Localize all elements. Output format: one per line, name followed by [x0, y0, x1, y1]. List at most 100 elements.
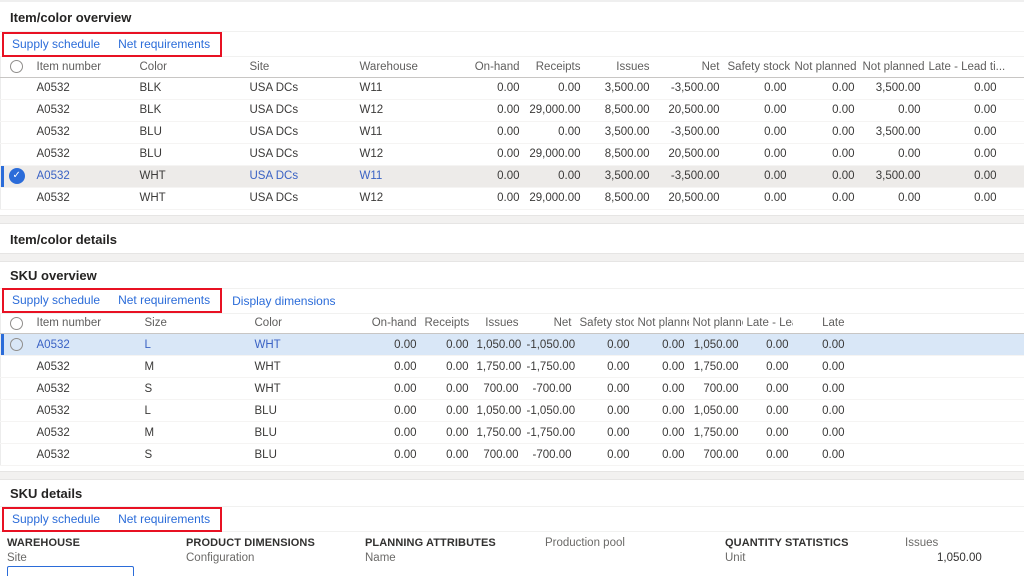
- cell-item-number[interactable]: A0532: [33, 400, 141, 422]
- row-radio-icon[interactable]: [10, 338, 23, 351]
- table-row[interactable]: A0532 BLU USA DCs W12 0.00 29,000.00 8,5…: [1, 143, 1024, 165]
- supply-schedule-link[interactable]: Supply schedule: [12, 37, 100, 51]
- cell-late-lead-time: 0.00: [743, 378, 793, 400]
- select-all-checkbox-icon[interactable]: [10, 317, 23, 330]
- cell-item-number[interactable]: A0532: [33, 143, 136, 165]
- cell-item-number[interactable]: A0532: [33, 77, 136, 99]
- table-row[interactable]: A0532 WHT USA DCs W12 0.00 29,000.00 8,5…: [1, 187, 1024, 209]
- cell-on-hand: 0.00: [456, 99, 524, 121]
- col-header-not-planned[interactable]: Not planned: [689, 314, 743, 334]
- table-row[interactable]: A0532 BLU USA DCs W11 0.00 0.00 3,500.00…: [1, 121, 1024, 143]
- table-row[interactable]: A0532 WHT USA DCs W11 0.00 0.00 3,500.00…: [1, 165, 1024, 187]
- site-lookup-input[interactable]: [7, 566, 134, 576]
- cell-item-number[interactable]: A0532: [33, 334, 141, 356]
- col-header-issues[interactable]: Issues: [473, 314, 523, 334]
- cell-site[interactable]: USA DCs: [246, 99, 356, 121]
- net-requirements-link[interactable]: Net requirements: [118, 37, 210, 51]
- table-row[interactable]: A0532 BLK USA DCs W11 0.00 0.00 3,500.00…: [1, 77, 1024, 99]
- cell-not-planned-range: 0.00: [634, 400, 689, 422]
- cell-color[interactable]: WHT: [251, 334, 341, 356]
- cell-site[interactable]: USA DCs: [246, 143, 356, 165]
- col-header-receipts[interactable]: Receipts: [421, 314, 473, 334]
- cell-size[interactable]: S: [141, 378, 251, 400]
- cell-item-number[interactable]: A0532: [33, 422, 141, 444]
- table-row[interactable]: A0532 M WHT 0.00 0.00 1,750.00 -1,750.00…: [1, 356, 1024, 378]
- select-all-checkbox-icon[interactable]: [10, 60, 23, 73]
- sku-overview-grid: Item number Size Color On-hand Receipts …: [0, 314, 1024, 467]
- col-header-on-hand[interactable]: On-hand: [341, 314, 421, 334]
- cell-size[interactable]: L: [141, 400, 251, 422]
- col-header-warehouse[interactable]: Warehouse: [356, 57, 456, 77]
- display-dimensions-link[interactable]: Display dimensions: [232, 294, 335, 308]
- col-header-not-planned-range[interactable]: Not planned -...: [791, 57, 859, 77]
- cell-item-number[interactable]: A0532: [33, 165, 136, 187]
- cell-net: 20,500.00: [654, 99, 724, 121]
- col-header-issues[interactable]: Issues: [585, 57, 654, 77]
- cell-late-lead-time: 0.00: [925, 77, 1024, 99]
- cell-item-number[interactable]: A0532: [33, 378, 141, 400]
- cell-item-number[interactable]: A0532: [33, 187, 136, 209]
- cell-size[interactable]: S: [141, 444, 251, 466]
- col-header-item-number[interactable]: Item number: [33, 314, 141, 334]
- production-pool-field-label: Production pool: [545, 538, 625, 549]
- col-header-color[interactable]: Color: [136, 57, 246, 77]
- col-header-not-planned-range[interactable]: Not planned -...: [634, 314, 689, 334]
- supply-schedule-link[interactable]: Supply schedule: [12, 512, 100, 526]
- col-header-site[interactable]: Site: [246, 57, 356, 77]
- cell-receipts: 29,000.00: [524, 99, 585, 121]
- cell-item-number[interactable]: A0532: [33, 444, 141, 466]
- group-header-quantity-statistics: QUANTITY STATISTICS: [725, 537, 849, 549]
- section-item-color-details[interactable]: Item/color details: [0, 224, 1024, 253]
- cell-size[interactable]: L: [141, 334, 251, 356]
- col-header-net[interactable]: Net: [654, 57, 724, 77]
- table-row[interactable]: A0532 S WHT 0.00 0.00 700.00 -700.00 0.0…: [1, 378, 1024, 400]
- cell-site[interactable]: USA DCs: [246, 121, 356, 143]
- cell-late-lead-time: 0.00: [743, 422, 793, 444]
- col-header-late-lead-time[interactable]: Late - Lead ti...: [925, 57, 1024, 77]
- cell-warehouse[interactable]: W12: [356, 187, 456, 209]
- cell-color[interactable]: BLU: [251, 422, 341, 444]
- table-row[interactable]: A0532 BLK USA DCs W12 0.00 29,000.00 8,5…: [1, 99, 1024, 121]
- table-row[interactable]: A0532 L BLU 0.00 0.00 1,050.00 -1,050.00…: [1, 400, 1024, 422]
- col-header-color[interactable]: Color: [251, 314, 341, 334]
- annotation-red-box: Supply schedule Net requirements: [2, 32, 222, 57]
- cell-item-number[interactable]: A0532: [33, 99, 136, 121]
- col-header-safety-stock[interactable]: Safety stock: [576, 314, 634, 334]
- col-header-late[interactable]: Late: [793, 314, 849, 334]
- table-row[interactable]: A0532 L WHT 0.00 0.00 1,050.00 -1,050.00…: [1, 334, 1024, 356]
- col-header-on-hand[interactable]: On-hand: [456, 57, 524, 77]
- col-header-late-lead-time[interactable]: Late - Lead ti...: [743, 314, 793, 334]
- col-header-not-planned[interactable]: Not planned: [859, 57, 925, 77]
- cell-size[interactable]: M: [141, 422, 251, 444]
- cell-net: -3,500.00: [654, 165, 724, 187]
- cell-item-number[interactable]: A0532: [33, 121, 136, 143]
- cell-warehouse[interactable]: W12: [356, 143, 456, 165]
- net-requirements-link[interactable]: Net requirements: [118, 512, 210, 526]
- col-header-size[interactable]: Size: [141, 314, 251, 334]
- col-header-item-number[interactable]: Item number: [33, 57, 136, 77]
- cell-color[interactable]: WHT: [251, 356, 341, 378]
- cell-color[interactable]: BLU: [251, 400, 341, 422]
- cell-site[interactable]: USA DCs: [246, 77, 356, 99]
- cell-warehouse[interactable]: W12: [356, 99, 456, 121]
- cell-warehouse[interactable]: W11: [356, 77, 456, 99]
- cell-color[interactable]: BLU: [251, 444, 341, 466]
- cell-item-number[interactable]: A0532: [33, 356, 141, 378]
- col-header-safety-stock[interactable]: Safety stock: [724, 57, 791, 77]
- cell-warehouse[interactable]: W11: [356, 165, 456, 187]
- cell-spacer: [849, 422, 1024, 444]
- cell-warehouse[interactable]: W11: [356, 121, 456, 143]
- annotation-red-box: Supply schedule Net requirements: [2, 507, 222, 532]
- col-header-net[interactable]: Net: [523, 314, 576, 334]
- net-requirements-link[interactable]: Net requirements: [118, 293, 210, 307]
- col-header-receipts[interactable]: Receipts: [524, 57, 585, 77]
- supply-schedule-link[interactable]: Supply schedule: [12, 293, 100, 307]
- table-row[interactable]: A0532 S BLU 0.00 0.00 700.00 -700.00 0.0…: [1, 444, 1024, 466]
- section-sku-overview: SKU overview Supply schedule Net require…: [0, 262, 1024, 467]
- cell-color[interactable]: WHT: [251, 378, 341, 400]
- table-row[interactable]: A0532 M BLU 0.00 0.00 1,750.00 -1,750.00…: [1, 422, 1024, 444]
- cell-site[interactable]: USA DCs: [246, 187, 356, 209]
- cell-site[interactable]: USA DCs: [246, 165, 356, 187]
- cell-size[interactable]: M: [141, 356, 251, 378]
- row-selected-check-icon[interactable]: [9, 168, 25, 184]
